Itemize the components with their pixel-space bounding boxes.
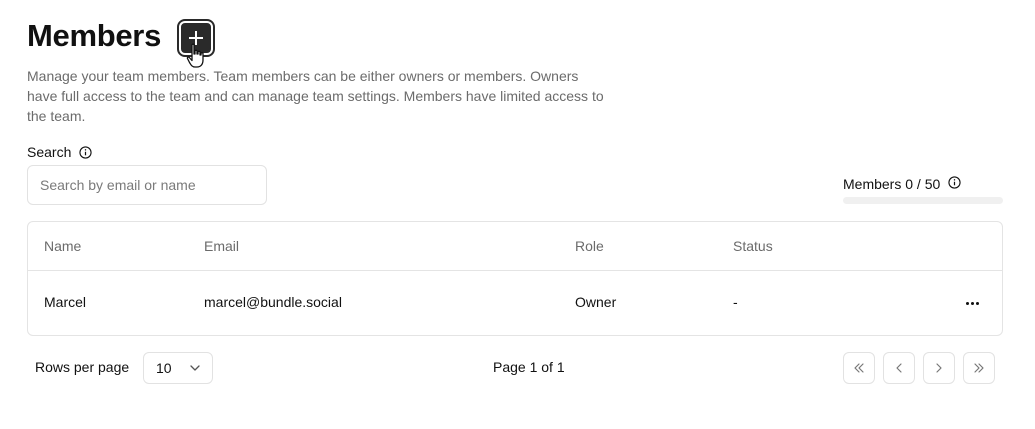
rows-per-page-label: Rows per page bbox=[35, 359, 130, 375]
page-description: Manage your team members. Team members c… bbox=[27, 68, 604, 124]
search-input[interactable] bbox=[27, 165, 267, 205]
members-table: Name Email Role Status Marcel marcel@bun… bbox=[27, 221, 1003, 336]
members-count-label: Members 0 / 50 bbox=[843, 176, 941, 192]
column-header-email: Email bbox=[204, 238, 240, 254]
previous-page-button[interactable] bbox=[883, 352, 915, 384]
rows-per-page-select[interactable]: 10 bbox=[143, 352, 213, 384]
chevron-right-icon bbox=[936, 363, 942, 373]
chevron-down-icon bbox=[190, 365, 200, 371]
cell-name: Marcel bbox=[44, 294, 87, 310]
column-header-status: Status bbox=[733, 238, 773, 254]
members-progress-bar bbox=[843, 197, 1003, 204]
page-title: Members bbox=[27, 18, 162, 53]
chevrons-left-icon bbox=[854, 363, 864, 373]
chevrons-right-icon bbox=[974, 363, 984, 373]
chevron-left-icon bbox=[896, 363, 902, 373]
members-count: Members 0 / 50 bbox=[843, 175, 961, 192]
row-actions-more-icon[interactable] bbox=[960, 293, 984, 313]
last-page-button[interactable] bbox=[963, 352, 995, 384]
cell-email: marcel@bundle.social bbox=[204, 294, 342, 310]
next-page-button[interactable] bbox=[923, 352, 955, 384]
search-label: Search bbox=[27, 144, 72, 160]
cell-role: Owner bbox=[575, 294, 617, 310]
table-row: Marcel marcel@bundle.social Owner - bbox=[28, 271, 1002, 335]
column-header-role: Role bbox=[575, 238, 604, 254]
search-label-row: Search bbox=[27, 144, 92, 160]
title-row: Members bbox=[27, 18, 161, 54]
info-icon[interactable] bbox=[948, 175, 961, 189]
column-header-name: Name bbox=[44, 238, 82, 254]
cell-status: - bbox=[733, 294, 738, 310]
first-page-button[interactable] bbox=[843, 352, 875, 384]
table-header: Name Email Role Status bbox=[28, 222, 1002, 271]
info-icon[interactable] bbox=[79, 145, 92, 159]
rows-per-page-value: 10 bbox=[156, 360, 172, 376]
page-info: Page 1 of 1 bbox=[493, 359, 565, 375]
